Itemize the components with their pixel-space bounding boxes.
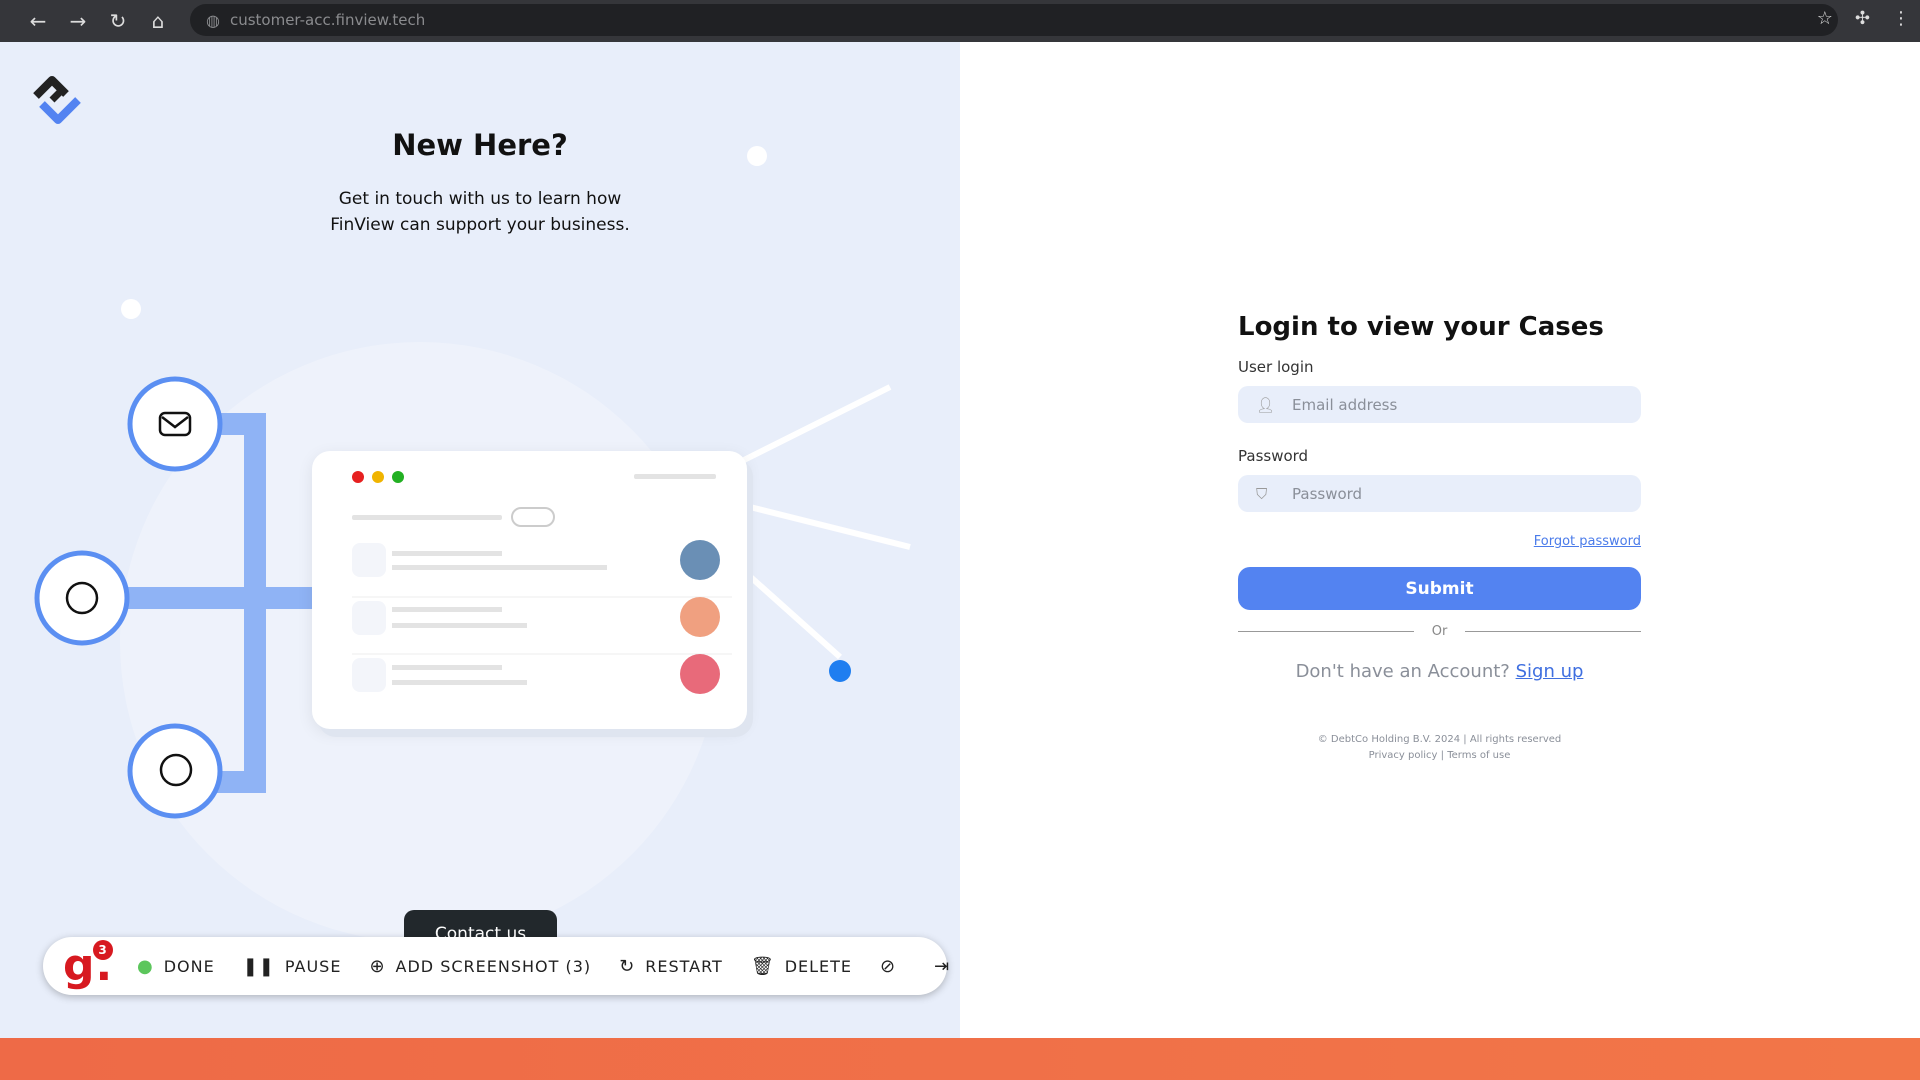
url-text: customer-acc.finview.tech	[229, 11, 426, 29]
bottom-bar	[0, 1038, 1920, 1080]
signup-link[interactable]: Sign up	[1516, 661, 1584, 682]
screenshot-count-badge: 3	[93, 940, 113, 960]
eye-off-icon: ⊘	[880, 955, 897, 977]
login-title: Login to view your Cases	[1238, 312, 1604, 342]
collapse-button[interactable]: ⇥	[934, 956, 960, 977]
or-divider: Or	[1238, 624, 1642, 639]
back-icon[interactable]: ←	[18, 9, 58, 33]
address-bar[interactable]: ◍ customer-acc.finview.tech	[190, 4, 1838, 36]
submit-button[interactable]: Submit	[1238, 567, 1641, 610]
restart-icon: ↻	[619, 955, 636, 977]
restart-button[interactable]: ↻ RESTART	[619, 956, 723, 977]
recorder-logo: g. 3	[63, 940, 114, 991]
add-screenshot-button[interactable]: ⊕ ADD SCREENSHOT (3)	[369, 956, 591, 977]
plus-circle-icon: ⊕	[369, 955, 386, 977]
forward-icon[interactable]: →	[58, 9, 98, 33]
done-button[interactable]: ● DONE	[137, 956, 215, 977]
recorder-toolbar: g. 3 ● DONE ❚❚ PAUSE ⊕ ADD SCREENSHOT (3) ↻ R…	[43, 937, 949, 995]
footer: © DebtCo Holding B.V. 2024 | All rights …	[1317, 734, 1562, 761]
whatsapp-channel-icon	[34, 550, 130, 646]
terms-link[interactable]: Terms of use	[1447, 750, 1510, 761]
extensions-icon[interactable]: ✣	[1855, 8, 1870, 29]
check-circle-icon: ●	[137, 955, 154, 977]
privacy-link[interactable]: Privacy policy	[1369, 750, 1438, 761]
pause-button[interactable]: ❚❚ PAUSE	[243, 956, 342, 977]
password-label: Password	[1238, 447, 1309, 465]
hide-button[interactable]: ⊘	[880, 956, 906, 977]
globe-icon: ◍	[206, 10, 220, 30]
signup-prompt: Don't have an Account? Sign up	[1295, 661, 1584, 682]
delete-button[interactable]: 🗑 DELETE	[751, 956, 852, 977]
email-field[interactable]: 👤︎ Email address	[1238, 386, 1641, 423]
login-form: Login to view your Cases User login 👤︎ Em…	[1238, 312, 1642, 764]
forgot-password-link[interactable]: Forgot password	[1238, 534, 1641, 549]
shield-check-icon: ⛉	[1256, 484, 1268, 503]
promo-panel: New Here? Get in touch with us to learn …	[0, 42, 960, 1038]
user-icon: 👤︎	[1256, 395, 1276, 414]
email-channel-icon	[127, 376, 223, 472]
pause-icon: ❚❚	[242, 955, 275, 977]
menu-icon[interactable]: ⋮	[1892, 8, 1910, 29]
login-panel: Login to view your Cases User login 👤︎ Em…	[960, 42, 1920, 1038]
bookmark-star-icon[interactable]: ☆	[1817, 8, 1833, 29]
browser-toolbar: ← → ↻ ⌂ ◍ customer-acc.finview.tech ☆ ✣ ⋮	[0, 0, 1920, 42]
user-login-label: User login	[1238, 358, 1314, 376]
home-icon[interactable]: ⌂	[138, 9, 178, 33]
reload-icon[interactable]: ↻	[98, 9, 138, 33]
chat-channel-icon	[127, 723, 223, 819]
arrow-to-right-icon: ⇥	[934, 955, 951, 977]
password-field[interactable]: ⛉ Password	[1238, 475, 1641, 512]
trash-icon: 🗑	[750, 955, 775, 977]
cases-preview-card	[312, 451, 747, 729]
